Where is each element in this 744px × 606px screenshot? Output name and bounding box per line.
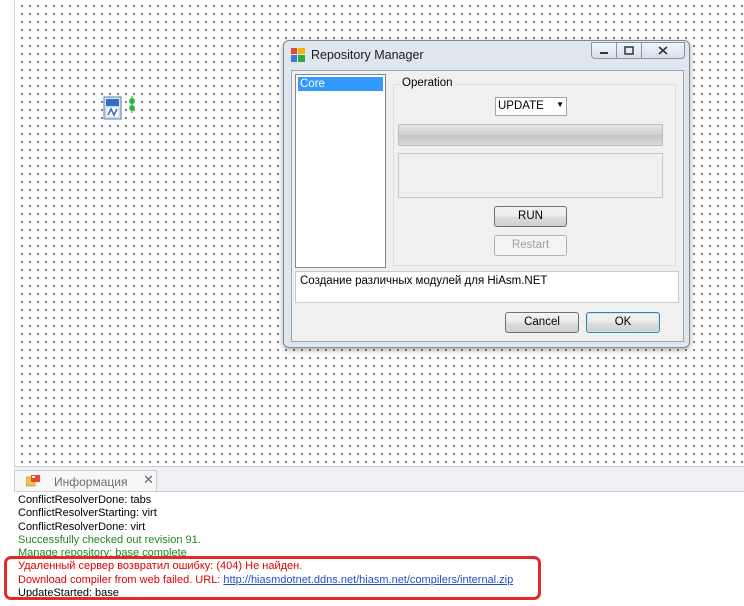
tab-information-label: Информация xyxy=(54,475,128,489)
panel-tabbar: Информация ✕ xyxy=(14,467,744,492)
canvas-left-ruler xyxy=(0,0,15,466)
dialog-titlebar[interactable]: Repository Manager xyxy=(284,41,689,69)
log-line: ConflictResolverStarting: virt xyxy=(18,507,157,520)
log-line: ConflictResolverDone: tabs xyxy=(18,494,152,506)
ok-button[interactable]: OK xyxy=(586,312,660,333)
description-field[interactable]: Создание различных модулей для HiAsm.NET xyxy=(295,271,679,303)
repository-list[interactable]: Core xyxy=(295,74,386,268)
list-item[interactable]: Core xyxy=(298,77,383,91)
tab-information[interactable]: Информация ✕ xyxy=(14,470,157,491)
log-line: Download compiler from web failed. URL: … xyxy=(18,574,738,587)
log-line: UpdateStarted: base xyxy=(18,587,119,600)
operation-select[interactable]: UPDATE ▼ xyxy=(495,97,567,116)
log-output[interactable]: ConflictResolverDone: tabs ConflictResol… xyxy=(18,494,738,600)
minimize-button[interactable] xyxy=(591,42,617,59)
status-memo xyxy=(398,153,663,198)
close-icon[interactable]: ✕ xyxy=(143,473,154,488)
log-line: Successfully checked out revision 91. xyxy=(18,533,201,546)
run-button[interactable]: RUN xyxy=(494,206,567,227)
minimize-icon xyxy=(600,51,608,54)
chevron-down-icon: ▼ xyxy=(556,100,564,109)
log-line: ConflictResolverDone: virt xyxy=(18,520,146,533)
compiler-url-link[interactable]: http://hiasmdotnet.ddns.net/hiasm.net/co… xyxy=(223,574,513,586)
close-icon xyxy=(658,46,668,55)
info-panel-icon xyxy=(26,475,40,487)
dialog-client-area: Core Operation UPDATE ▼ RUN Restart Созд… xyxy=(291,70,684,342)
dialog-title: Repository Manager xyxy=(311,48,424,62)
operation-groupbox: Operation UPDATE ▼ RUN Restart xyxy=(393,77,676,266)
log-line: Удаленный сервер возвратил ошибку: (404)… xyxy=(18,560,303,573)
repository-manager-dialog: Repository Manager Core Operation UPDATE… xyxy=(283,40,690,348)
close-button[interactable] xyxy=(641,42,685,59)
progress-bar xyxy=(398,124,663,146)
cancel-button[interactable]: Cancel xyxy=(505,312,579,333)
app-icon xyxy=(291,48,305,62)
information-panel: Информация ✕ ConflictResolverDone: tabs … xyxy=(14,466,744,606)
maximize-button[interactable] xyxy=(616,42,642,59)
operation-select-value: UPDATE xyxy=(498,100,544,112)
log-line-text: Download compiler from web failed. URL: xyxy=(18,573,224,586)
log-line: Manage repository: base complete xyxy=(18,547,187,560)
canvas-component[interactable] xyxy=(103,95,135,123)
maximize-icon xyxy=(624,46,634,55)
operation-group-label: Operation xyxy=(400,77,455,89)
net-component-icon xyxy=(103,96,135,120)
restart-button[interactable]: Restart xyxy=(494,235,567,256)
